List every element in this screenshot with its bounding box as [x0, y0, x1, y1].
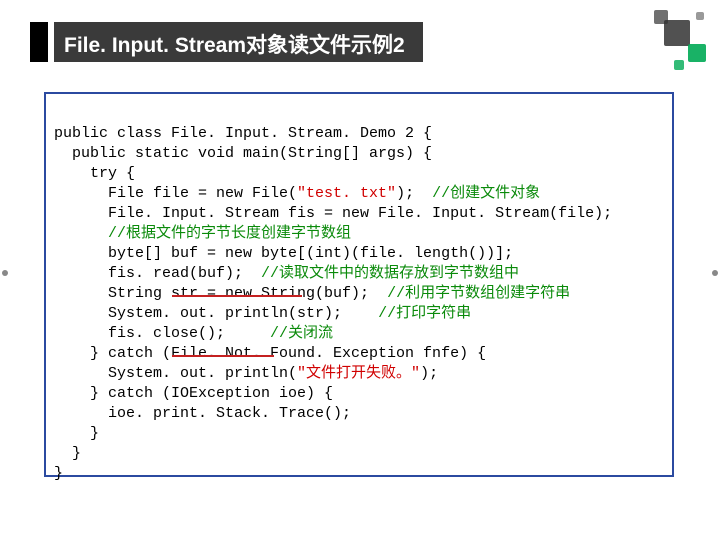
- code-string: "test. txt": [297, 185, 396, 202]
- code-line: }: [54, 465, 63, 482]
- code-line: System. out. println(: [54, 365, 297, 382]
- slide-title-bar: File. Input. Stream对象读文件示例2: [30, 22, 423, 62]
- code-line: System. out. println(str);: [54, 305, 378, 322]
- code-line: public class File. Input. Stream. Demo 2…: [54, 125, 432, 142]
- code-line: ioe. print. Stack. Trace();: [54, 405, 351, 422]
- code-line: String str = new String(buf);: [54, 285, 387, 302]
- code-listing-box: public class File. Input. Stream. Demo 2…: [44, 92, 674, 477]
- annotation-underline: [172, 295, 302, 297]
- code-line: );: [420, 365, 438, 382]
- slide-nav-dot-left: [2, 270, 8, 276]
- code-line: );: [396, 185, 432, 202]
- code-line: } catch (File. Not. Found. Exception fnf…: [54, 345, 486, 362]
- slide-nav-dot-right: [712, 270, 718, 276]
- corner-decoration: [639, 8, 714, 83]
- code-listing: public class File. Input. Stream. Demo 2…: [54, 104, 664, 544]
- code-comment: //关闭流: [270, 325, 333, 342]
- code-line: File. Input. Stream fis = new File. Inpu…: [54, 205, 612, 222]
- code-line: [54, 225, 108, 242]
- code-line: File file = new File(: [54, 185, 297, 202]
- code-comment: //读取文件中的数据存放到字节数组中: [261, 265, 519, 282]
- code-comment: //打印字符串: [378, 305, 471, 322]
- code-line: }: [54, 425, 99, 442]
- code-line: public static void main(String[] args) {: [54, 145, 432, 162]
- code-line: fis. read(buf);: [54, 265, 261, 282]
- slide-title: File. Input. Stream对象读文件示例2: [54, 22, 423, 62]
- code-line: }: [54, 445, 81, 462]
- annotation-underline: [172, 355, 274, 357]
- code-string: "文件打开失败。": [297, 365, 420, 382]
- code-line: } catch (IOException ioe) {: [54, 385, 333, 402]
- code-comment: //创建文件对象: [432, 185, 540, 202]
- title-accent-square: [30, 22, 48, 62]
- code-line: byte[] buf = new byte[(int)(file. length…: [54, 245, 513, 262]
- code-line: try {: [54, 165, 135, 182]
- code-comment: //根据文件的字节长度创建字节数组: [108, 225, 351, 242]
- code-comment: //利用字节数组创建字符串: [387, 285, 570, 302]
- code-line: fis. close();: [54, 325, 270, 342]
